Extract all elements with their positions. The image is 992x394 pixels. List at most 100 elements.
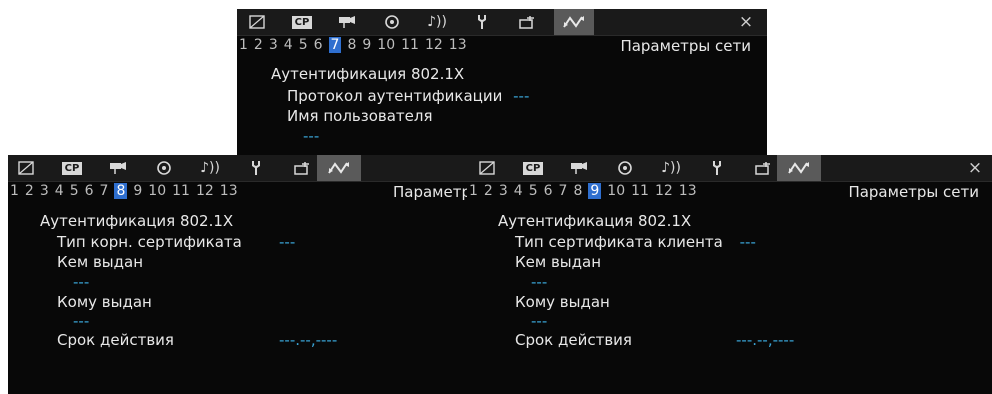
cert-type-value: ---	[279, 233, 296, 251]
page-number-8[interactable]: 8	[347, 37, 356, 53]
validity-label[interactable]: Срок действия	[515, 331, 632, 349]
page-number-5[interactable]: 5	[299, 37, 308, 53]
page-title: Параметры сети	[620, 37, 751, 55]
page-number-3[interactable]: 3	[269, 37, 278, 53]
wrench-icon[interactable]	[699, 155, 735, 181]
cp-icon[interactable]: CP	[284, 9, 320, 35]
wrench-icon[interactable]	[464, 9, 500, 35]
page-title: Параметр	[393, 183, 467, 201]
menu-tab-bar: CP ♪))	[8, 155, 467, 182]
recording-media-icon[interactable]	[607, 155, 643, 181]
menu-tab-bar: CP ♪)) ×	[237, 9, 767, 36]
page-number-9[interactable]: 9	[362, 37, 371, 53]
cert-type-label[interactable]: Тип корн. сертификата	[57, 233, 242, 251]
network-icon[interactable]	[317, 155, 361, 181]
close-icon[interactable]: ×	[733, 9, 759, 35]
page-number-11[interactable]: 11	[401, 37, 419, 53]
page-number-1[interactable]: 1	[239, 37, 248, 53]
network-icon[interactable]	[777, 155, 821, 181]
page-number-7[interactable]: 7	[559, 183, 568, 199]
section-heading: Аутентификация 802.1X	[40, 212, 234, 230]
page-number-2[interactable]: 2	[25, 183, 34, 199]
audio-icon[interactable]: ♪))	[192, 155, 228, 181]
page-number-3[interactable]: 3	[499, 183, 508, 199]
page-number-7[interactable]: 7	[100, 183, 109, 199]
page-number-12[interactable]: 12	[196, 183, 214, 199]
username-label[interactable]: Имя пользователя	[287, 107, 433, 125]
page-number-13[interactable]: 13	[679, 183, 697, 199]
page-number-13[interactable]: 13	[220, 183, 238, 199]
validity-value: ---.--,----	[736, 331, 795, 349]
page-number-5[interactable]: 5	[70, 183, 79, 199]
network-icon[interactable]	[554, 9, 594, 35]
audio-icon[interactable]: ♪))	[419, 9, 455, 35]
page-number-2[interactable]: 2	[484, 183, 493, 199]
network-settings-screen-page-7: CP ♪)) × 1 2 3 4 5 6 7 8 9 10 11 12 13 Параметры сет…	[237, 9, 767, 155]
page-number-12[interactable]: 12	[655, 183, 673, 199]
page-number-3[interactable]: 3	[40, 183, 49, 199]
page-number-9[interactable]: 9	[133, 183, 142, 199]
wrench-icon[interactable]	[238, 155, 274, 181]
assist-icon[interactable]	[509, 9, 545, 35]
page-number-7[interactable]: 7	[328, 37, 342, 53]
page-numbers: 1 2 3 4 5 6 7 8 9 10 11 12 13	[8, 183, 238, 199]
auth-protocol-label: Протокол аутентификации	[287, 87, 503, 105]
network-settings-screen-page-9: CP ♪)) × 1 2 3 4 5 6 7 8 9 10 11 12 13 Параметры сет…	[467, 155, 992, 394]
camera-icon[interactable]	[561, 155, 597, 181]
cert-type-value: ---	[739, 233, 756, 251]
page-number-6[interactable]: 6	[544, 183, 553, 199]
screen-icon[interactable]	[239, 9, 275, 35]
page-number-4[interactable]: 4	[55, 183, 64, 199]
close-icon[interactable]: ×	[962, 155, 988, 181]
page-numbers: 1 2 3 4 5 6 7 8 9 10 11 12 13	[237, 37, 467, 53]
cert-type-row[interactable]: Тип сертификата клиента ---	[515, 233, 756, 251]
page-number-11[interactable]: 11	[172, 183, 190, 199]
cp-icon[interactable]: CP	[54, 155, 90, 181]
screen-icon[interactable]	[469, 155, 505, 181]
page-number-11[interactable]: 11	[631, 183, 649, 199]
page-number-8[interactable]: 8	[573, 183, 582, 199]
cp-icon[interactable]: CP	[515, 155, 551, 181]
page-number-1[interactable]: 1	[469, 183, 478, 199]
issued-to-value: ---	[531, 312, 548, 330]
page-selector: 1 2 3 4 5 6 7 8 9 10 11 12 13 Параметр	[8, 182, 467, 202]
page-number-12[interactable]: 12	[425, 37, 443, 53]
assist-icon[interactable]	[745, 155, 781, 181]
issued-by-label[interactable]: Кем выдан	[57, 253, 143, 271]
page-number-4[interactable]: 4	[284, 37, 293, 53]
validity-label[interactable]: Срок действия	[57, 331, 174, 349]
recording-media-icon[interactable]	[146, 155, 182, 181]
camera-icon[interactable]	[329, 9, 365, 35]
assist-icon[interactable]	[284, 155, 320, 181]
page-number-9[interactable]: 9	[588, 183, 602, 199]
page-selector: 1 2 3 4 5 6 7 8 9 10 11 12 13 Параметры сети	[237, 36, 767, 56]
page-title: Параметры сети	[848, 183, 979, 201]
page-selector: 1 2 3 4 5 6 7 8 9 10 11 12 13 Параметры сети	[467, 182, 992, 202]
auth-protocol-value: ---	[513, 87, 530, 105]
page-number-5[interactable]: 5	[529, 183, 538, 199]
issued-to-label[interactable]: Кому выдан	[515, 293, 610, 311]
menu-tab-bar: CP ♪)) ×	[467, 155, 992, 182]
page-number-1[interactable]: 1	[10, 183, 19, 199]
auth-protocol-row[interactable]: Протокол аутентификации ---	[287, 87, 529, 105]
recording-media-icon[interactable]	[374, 9, 410, 35]
page-number-6[interactable]: 6	[314, 37, 323, 53]
page-number-6[interactable]: 6	[85, 183, 94, 199]
cert-type-label: Тип сертификата клиента	[515, 233, 723, 251]
audio-icon[interactable]: ♪))	[653, 155, 689, 181]
validity-value: ---.--,----	[279, 331, 338, 349]
page-number-4[interactable]: 4	[514, 183, 523, 199]
issued-by-label[interactable]: Кем выдан	[515, 253, 601, 271]
page-number-2[interactable]: 2	[254, 37, 263, 53]
issued-by-value: ---	[531, 273, 548, 291]
page-number-8[interactable]: 8	[114, 183, 128, 199]
page-number-13[interactable]: 13	[449, 37, 467, 53]
camera-icon[interactable]	[100, 155, 136, 181]
issued-to-label[interactable]: Кому выдан	[57, 293, 152, 311]
network-settings-screen-page-8: CP ♪)) 1 2 3 4 5 6 7 8 9 10 11 12 13 Параметр Аутент…	[8, 155, 467, 394]
issued-to-value: ---	[73, 312, 90, 330]
page-number-10[interactable]: 10	[377, 37, 395, 53]
page-number-10[interactable]: 10	[607, 183, 625, 199]
page-number-10[interactable]: 10	[148, 183, 166, 199]
screen-icon[interactable]	[8, 155, 44, 181]
